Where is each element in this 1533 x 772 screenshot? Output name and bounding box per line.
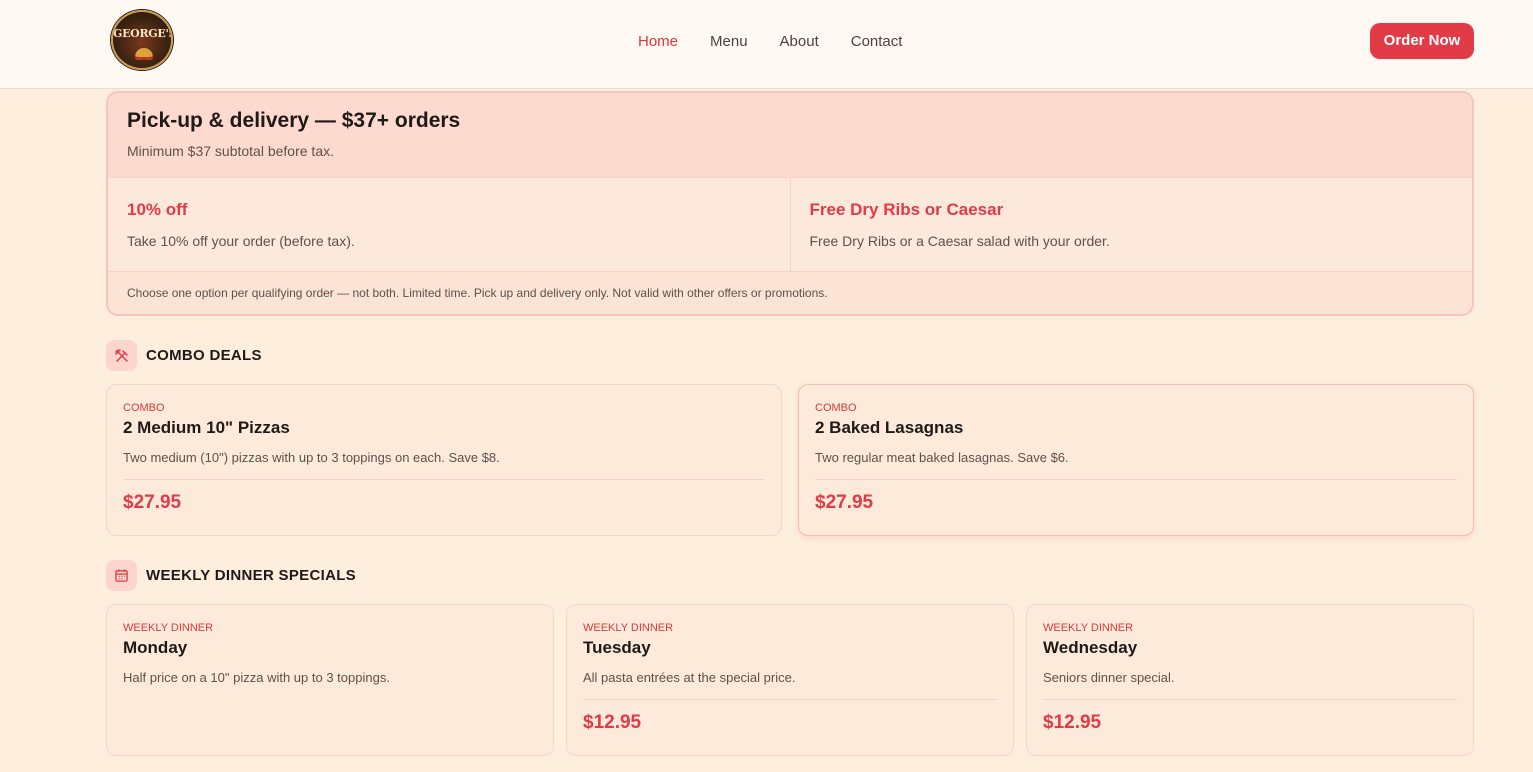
combo-card[interactable]: COMBO 2 Baked Lasagnas Two regular meat … xyxy=(798,384,1474,536)
card-title: Monday xyxy=(123,638,188,657)
promo-option-discount: 10% off Take 10% off your order (before … xyxy=(108,178,790,271)
card-price: $27.95 xyxy=(815,492,874,513)
promo-title: Pick-up & delivery — $37+ orders xyxy=(127,109,461,132)
card-price: $27.95 xyxy=(123,492,182,513)
weekly-special-card-wednesday[interactable]: WEEKLY DINNER Wednesday Seniors dinner s… xyxy=(1026,604,1474,756)
promo-option-title: Free Dry Ribs or Caesar xyxy=(809,200,1004,219)
card-title: 2 Baked Lasagnas xyxy=(815,418,964,437)
card-desc: All pasta entrées at the special price. xyxy=(583,670,796,685)
promo-option-desc: Free Dry Ribs or a Caesar salad with you… xyxy=(809,233,1110,249)
utensils-crossed-icon xyxy=(106,340,137,371)
card-title: Wednesday xyxy=(1043,638,1138,657)
section-label: WEEKLY DINNER SPECIALS xyxy=(146,567,356,584)
card-tag: WEEKLY DINNER xyxy=(123,622,214,634)
georges-logo[interactable]: GEORGE'S xyxy=(111,10,173,70)
promo-banner: Pick-up & delivery — $37+ orders Minimum… xyxy=(106,91,1474,316)
card-divider xyxy=(1043,699,1457,700)
card-tag: COMBO xyxy=(123,402,165,414)
pizza-icon xyxy=(135,48,153,60)
promo-options: 10% off Take 10% off your order (before … xyxy=(108,178,1472,272)
site-header: GEORGE'S Home Menu About Contact Order N… xyxy=(0,0,1533,89)
promo-option-free-item: Free Dry Ribs or Caesar Free Dry Ribs or… xyxy=(789,178,1473,271)
section-label: COMBO DEALS xyxy=(146,347,262,364)
card-desc: Two medium (10") pizzas with up to 3 top… xyxy=(123,450,500,465)
promo-subtitle: Minimum $37 subtotal before tax. xyxy=(127,143,334,159)
card-price: $12.95 xyxy=(583,712,642,733)
order-now-button[interactable]: Order Now xyxy=(1370,23,1474,59)
weekly-special-card-tuesday[interactable]: WEEKLY DINNER Tuesday All pasta entrées … xyxy=(566,604,1014,756)
nav-menu[interactable]: Menu xyxy=(710,33,748,50)
combo-deals-heading: COMBO DEALS xyxy=(106,340,262,371)
card-title: Tuesday xyxy=(583,638,651,657)
nav-contact[interactable]: Contact xyxy=(851,33,903,50)
card-desc: Two regular meat baked lasagnas. Save $6… xyxy=(815,450,1069,465)
nav-about[interactable]: About xyxy=(780,33,819,50)
combo-card[interactable]: COMBO 2 Medium 10" Pizzas Two medium (10… xyxy=(106,384,782,536)
card-price: $12.95 xyxy=(1043,712,1102,733)
promo-fine-print: Choose one option per qualifying order —… xyxy=(108,272,1472,314)
weekly-specials-heading: WEEKLY DINNER SPECIALS xyxy=(106,560,356,591)
calendar-icon xyxy=(106,560,137,591)
logo-wordmark: GEORGE'S xyxy=(113,27,173,40)
card-divider xyxy=(583,699,997,700)
promo-option-desc: Take 10% off your order (before tax). xyxy=(127,233,355,249)
card-title: 2 Medium 10" Pizzas xyxy=(123,418,290,437)
card-tag: COMBO xyxy=(815,402,857,414)
card-tag: WEEKLY DINNER xyxy=(1043,622,1134,634)
main-nav: Home Menu About Contact xyxy=(638,33,934,50)
card-divider xyxy=(815,479,1457,480)
nav-home[interactable]: Home xyxy=(638,33,678,50)
card-desc: Seniors dinner special. xyxy=(1043,670,1175,685)
card-desc: Half price on a 10" pizza with up to 3 t… xyxy=(123,670,390,685)
card-divider xyxy=(123,479,765,480)
promo-option-title: 10% off xyxy=(127,200,188,219)
weekly-special-card-monday[interactable]: WEEKLY DINNER Monday Half price on a 10"… xyxy=(106,604,554,756)
card-tag: WEEKLY DINNER xyxy=(583,622,674,634)
promo-header: Pick-up & delivery — $37+ orders Minimum… xyxy=(108,93,1472,178)
